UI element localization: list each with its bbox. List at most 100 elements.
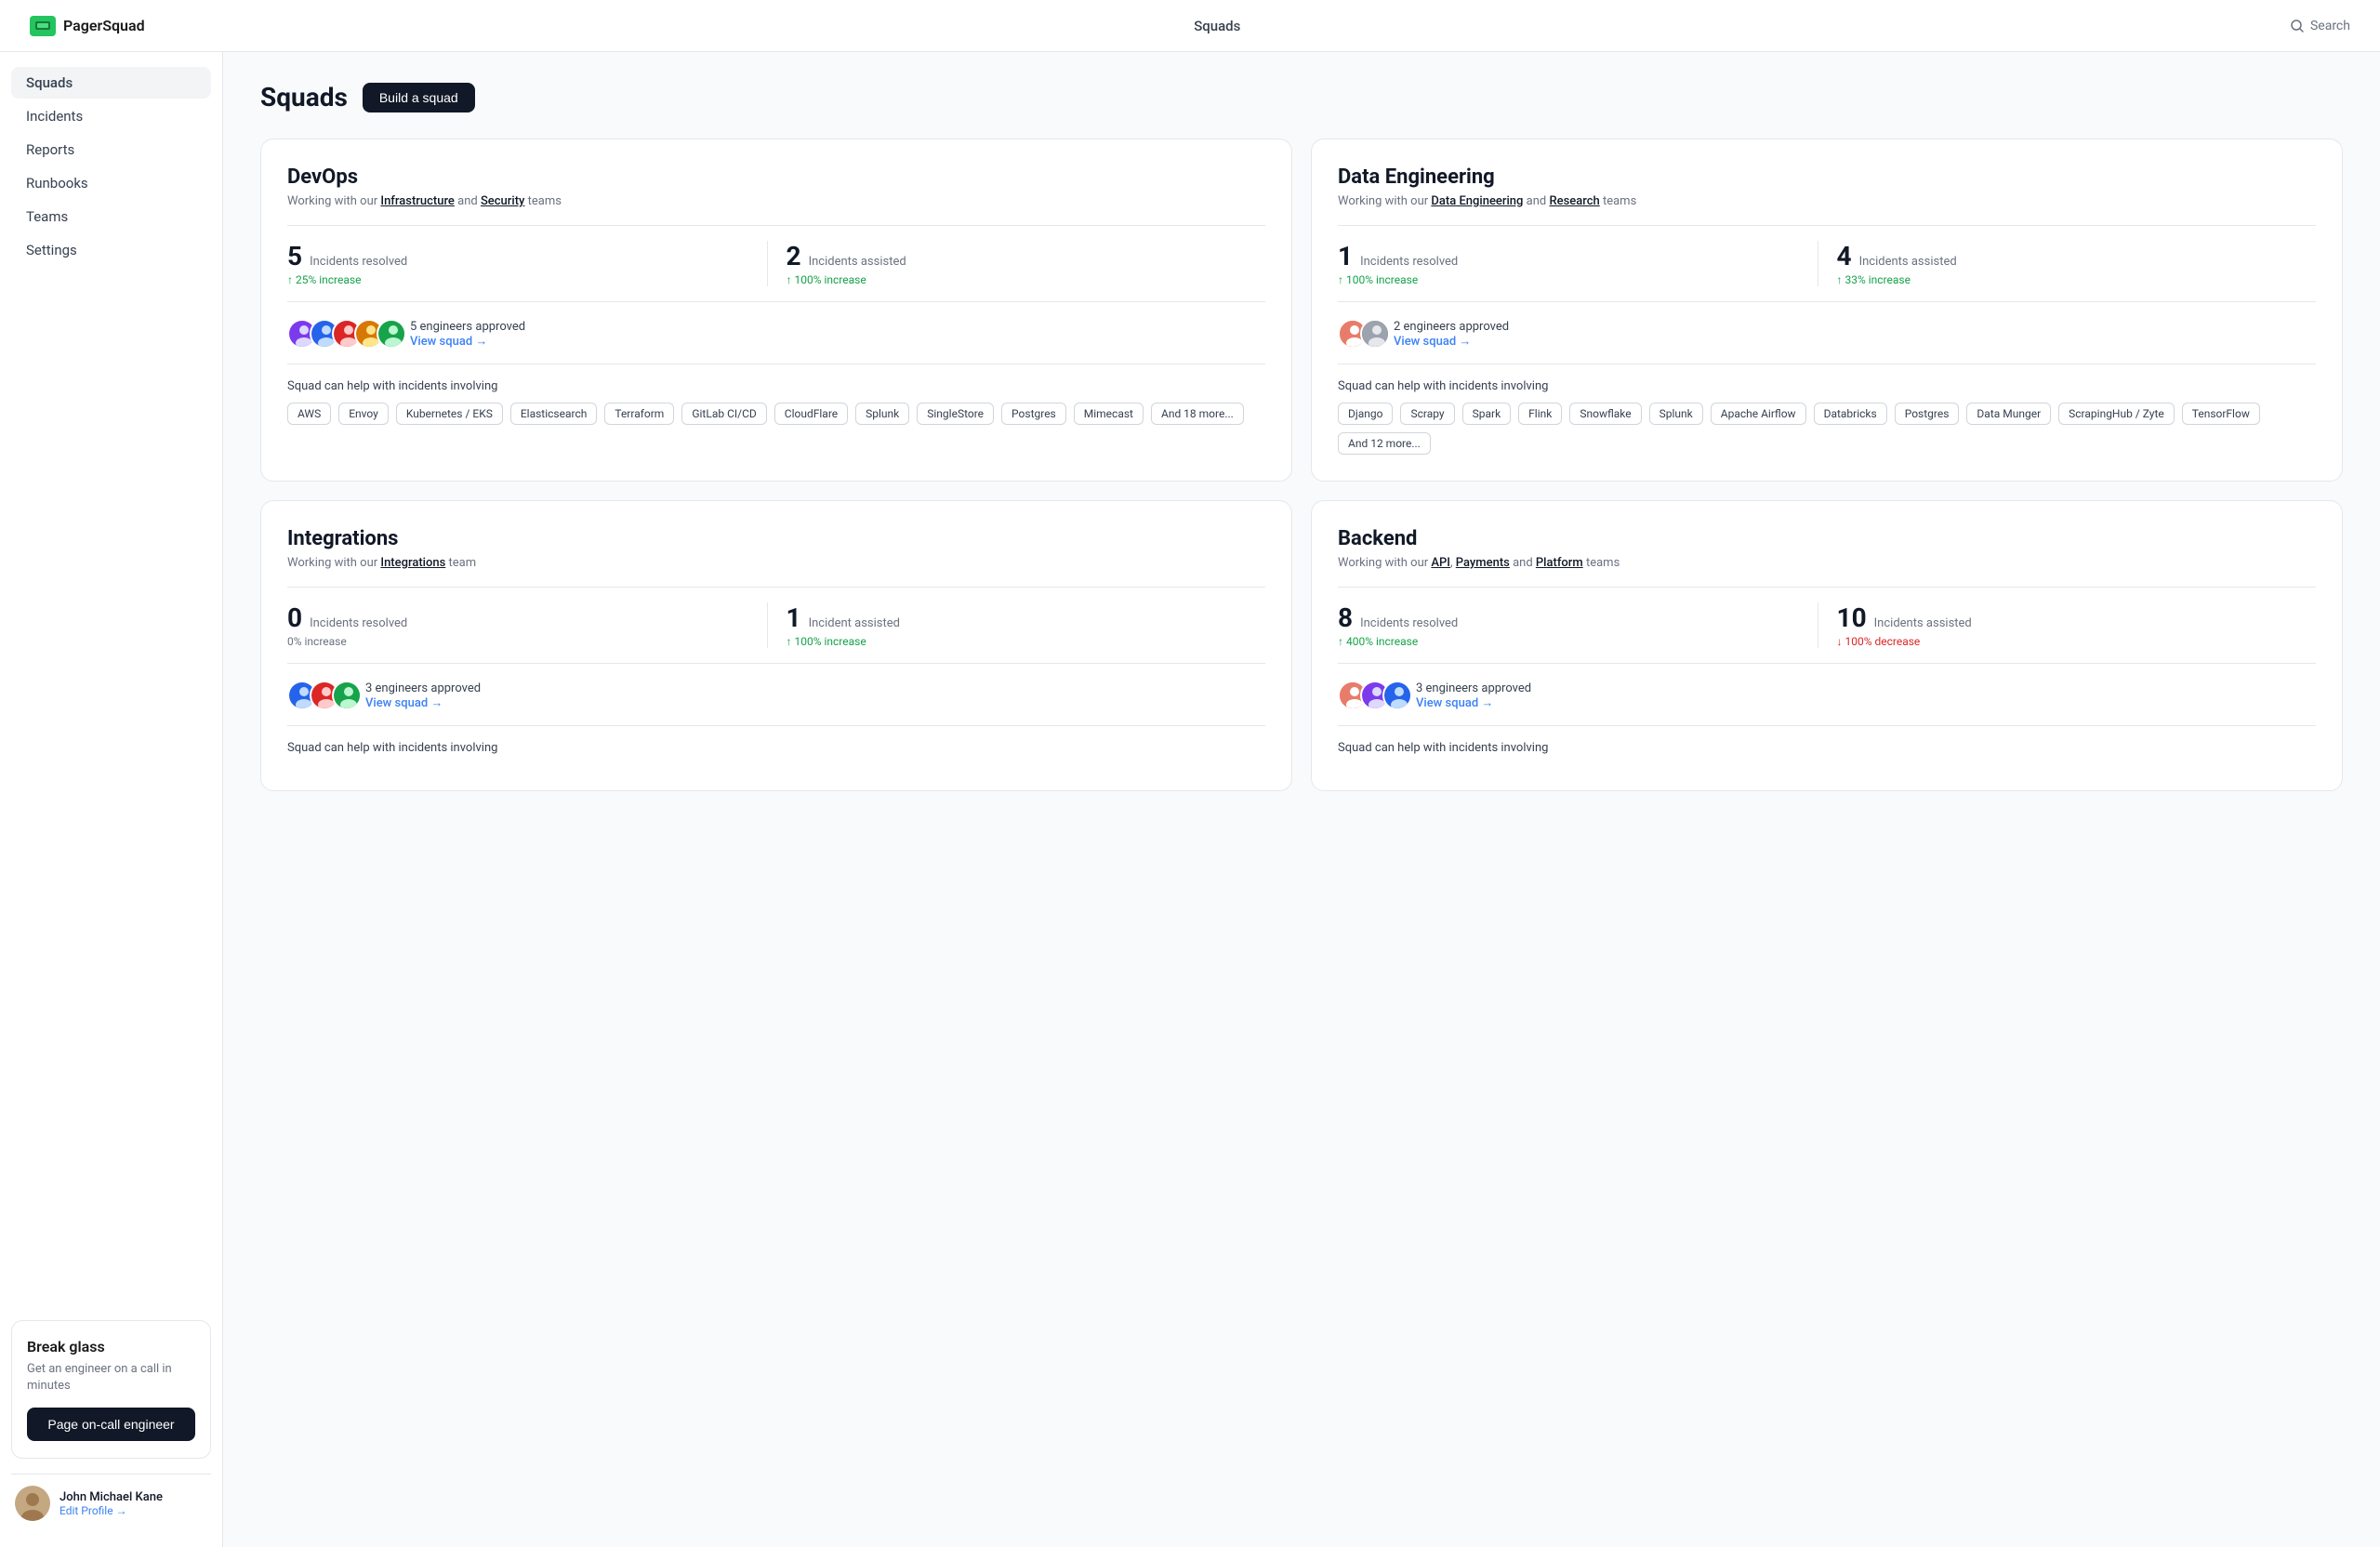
sidebar-item-teams[interactable]: Teams bbox=[11, 201, 211, 232]
tag[interactable]: Scrapy bbox=[1400, 403, 1454, 425]
squad-name: Integrations bbox=[287, 527, 1265, 550]
incidents-label: Squad can help with incidents involving bbox=[287, 741, 1265, 755]
app-logo[interactable]: PagerSquad bbox=[30, 16, 145, 36]
tag[interactable]: Postgres bbox=[1001, 403, 1066, 425]
squad-card-data-engineering: Data Engineering Working with our Data E… bbox=[1311, 139, 2343, 482]
tag[interactable]: Snowflake bbox=[1569, 403, 1641, 425]
sidebar: Squads Incidents Reports Runbooks Teams … bbox=[0, 52, 223, 1547]
squad-desc: Working with our Integrations team bbox=[287, 556, 1265, 570]
page-on-call-button[interactable]: Page on-call engineer bbox=[27, 1408, 195, 1441]
squad-name: DevOps bbox=[287, 165, 1265, 189]
squads-grid: DevOps Working with our Infrastructure a… bbox=[260, 139, 2343, 791]
tag[interactable]: Spark bbox=[1462, 403, 1512, 425]
squad-desc: Working with our API, Payments and Platf… bbox=[1338, 556, 2316, 570]
squad-link-integrations[interactable]: Integrations bbox=[380, 556, 445, 570]
stat-assisted: 2Incidents assisted ↑ 100% increase bbox=[767, 241, 1266, 286]
squad-card-integrations: Integrations Working with our Integratio… bbox=[260, 500, 1292, 791]
tag[interactable]: Splunk bbox=[1649, 403, 1703, 425]
tag[interactable]: Apache Airflow bbox=[1711, 403, 1806, 425]
tag[interactable]: Mimecast bbox=[1074, 403, 1144, 425]
sidebar-item-settings[interactable]: Settings bbox=[11, 234, 211, 266]
stats-row: 8Incidents resolved ↑ 400% increase 10In… bbox=[1338, 587, 2316, 664]
tag-more[interactable]: And 12 more... bbox=[1338, 432, 1431, 455]
squad-link-research[interactable]: Research bbox=[1549, 194, 1599, 208]
engineers-row: 3 engineers approved View squad → bbox=[287, 681, 1265, 726]
tag[interactable]: Django bbox=[1338, 403, 1393, 425]
main-content: Squads Build a squad DevOps Working with… bbox=[223, 52, 2380, 1547]
avatar-stack bbox=[1338, 681, 1405, 710]
edit-profile-link[interactable]: Edit Profile → bbox=[60, 1504, 163, 1517]
incidents-label: Squad can help with incidents involving bbox=[1338, 741, 2316, 755]
view-squad-link[interactable]: View squad → bbox=[410, 334, 525, 349]
stats-row: 1Incidents resolved ↑ 100% increase 4Inc… bbox=[1338, 225, 2316, 302]
view-squad-link[interactable]: View squad → bbox=[1394, 334, 1509, 349]
tag[interactable]: CloudFlare bbox=[774, 403, 848, 425]
engineers-row: 5 engineers approved View squad → bbox=[287, 319, 1265, 364]
top-nav-title: Squads bbox=[1194, 18, 1240, 34]
tags-row: Django Scrapy Spark Flink Snowflake Splu… bbox=[1338, 403, 2316, 455]
tag[interactable]: Terraform bbox=[604, 403, 674, 425]
engineers-count: 2 engineers approved bbox=[1394, 320, 1509, 334]
tags-row: AWS Envoy Kubernetes / EKS Elasticsearch… bbox=[287, 403, 1265, 425]
engineers-row: 3 engineers approved View squad → bbox=[1338, 681, 2316, 726]
squad-link-payments[interactable]: Payments bbox=[1456, 556, 1510, 570]
logo-icon bbox=[30, 16, 56, 36]
stat-assisted: 4Incidents assisted ↑ 33% increase bbox=[1818, 241, 2317, 286]
engineers-count: 5 engineers approved bbox=[410, 320, 525, 334]
tag[interactable]: TensorFlow bbox=[2182, 403, 2260, 425]
sidebar-item-runbooks[interactable]: Runbooks bbox=[11, 167, 211, 199]
search-button[interactable]: Search bbox=[2290, 19, 2350, 33]
squad-link-infrastructure[interactable]: Infrastructure bbox=[380, 194, 455, 208]
squad-name: Backend bbox=[1338, 527, 2316, 550]
tag[interactable]: Splunk bbox=[855, 403, 909, 425]
break-glass-desc: Get an engineer on a call in minutes bbox=[27, 1361, 195, 1395]
incidents-label: Squad can help with incidents involving bbox=[1338, 379, 2316, 393]
view-squad-link[interactable]: View squad → bbox=[1416, 695, 1531, 710]
build-squad-button[interactable]: Build a squad bbox=[363, 83, 475, 112]
stats-row: 0Incidents resolved 0% increase 1Inciden… bbox=[287, 587, 1265, 664]
avatar bbox=[15, 1486, 50, 1521]
squad-card-devops: DevOps Working with our Infrastructure a… bbox=[260, 139, 1292, 482]
app-name: PagerSquad bbox=[63, 17, 145, 34]
tag[interactable]: Flink bbox=[1518, 403, 1562, 425]
avatar-stack bbox=[1338, 319, 1382, 349]
tag[interactable]: GitLab CI/CD bbox=[681, 403, 766, 425]
view-squad-link[interactable]: View squad → bbox=[365, 695, 481, 710]
tag[interactable]: Postgres bbox=[1895, 403, 1960, 425]
squad-link-data-engineering[interactable]: Data Engineering bbox=[1431, 194, 1523, 208]
stat-resolved: 1Incidents resolved ↑ 100% increase bbox=[1338, 241, 1818, 286]
stats-row: 5Incidents resolved ↑ 25% increase 2Inci… bbox=[287, 225, 1265, 302]
squad-link-security[interactable]: Security bbox=[481, 194, 524, 208]
engineers-row: 2 engineers approved View squad → bbox=[1338, 319, 2316, 364]
sidebar-item-reports[interactable]: Reports bbox=[11, 134, 211, 165]
tag[interactable]: Elasticsearch bbox=[510, 403, 598, 425]
squad-desc: Working with our Data Engineering and Re… bbox=[1338, 194, 2316, 208]
tag[interactable]: Kubernetes / EKS bbox=[396, 403, 503, 425]
stat-resolved: 8Incidents resolved ↑ 400% increase bbox=[1338, 602, 1818, 648]
stat-assisted: 1Incident assisted ↑ 100% increase bbox=[767, 602, 1266, 648]
tag[interactable]: AWS bbox=[287, 403, 331, 425]
incidents-label: Squad can help with incidents involving bbox=[287, 379, 1265, 393]
break-glass-title: Break glass bbox=[27, 1338, 195, 1355]
page-header: Squads Build a squad bbox=[260, 82, 2343, 112]
squad-card-backend: Backend Working with our API, Payments a… bbox=[1311, 500, 2343, 791]
search-icon bbox=[2290, 19, 2305, 33]
page-title: Squads bbox=[260, 82, 348, 112]
avatar bbox=[332, 681, 362, 710]
sidebar-item-incidents[interactable]: Incidents bbox=[11, 100, 211, 132]
tag[interactable]: ScrapingHub / Zyte bbox=[2058, 403, 2175, 425]
tag[interactable]: Databricks bbox=[1814, 403, 1887, 425]
tag[interactable]: Data Munger bbox=[1966, 403, 2051, 425]
engineers-count: 3 engineers approved bbox=[1416, 681, 1531, 695]
tag[interactable]: Envoy bbox=[338, 403, 389, 425]
tag-more[interactable]: And 18 more... bbox=[1151, 403, 1244, 425]
squad-link-api[interactable]: API bbox=[1431, 556, 1450, 570]
squad-link-platform[interactable]: Platform bbox=[1536, 556, 1583, 570]
squad-desc: Working with our Infrastructure and Secu… bbox=[287, 194, 1265, 208]
user-profile: John Michael Kane Edit Profile → bbox=[11, 1474, 211, 1532]
squad-name: Data Engineering bbox=[1338, 165, 2316, 189]
sidebar-item-squads[interactable]: Squads bbox=[11, 67, 211, 99]
engineers-count: 3 engineers approved bbox=[365, 681, 481, 695]
tag[interactable]: SingleStore bbox=[917, 403, 994, 425]
avatar-stack bbox=[287, 319, 399, 349]
